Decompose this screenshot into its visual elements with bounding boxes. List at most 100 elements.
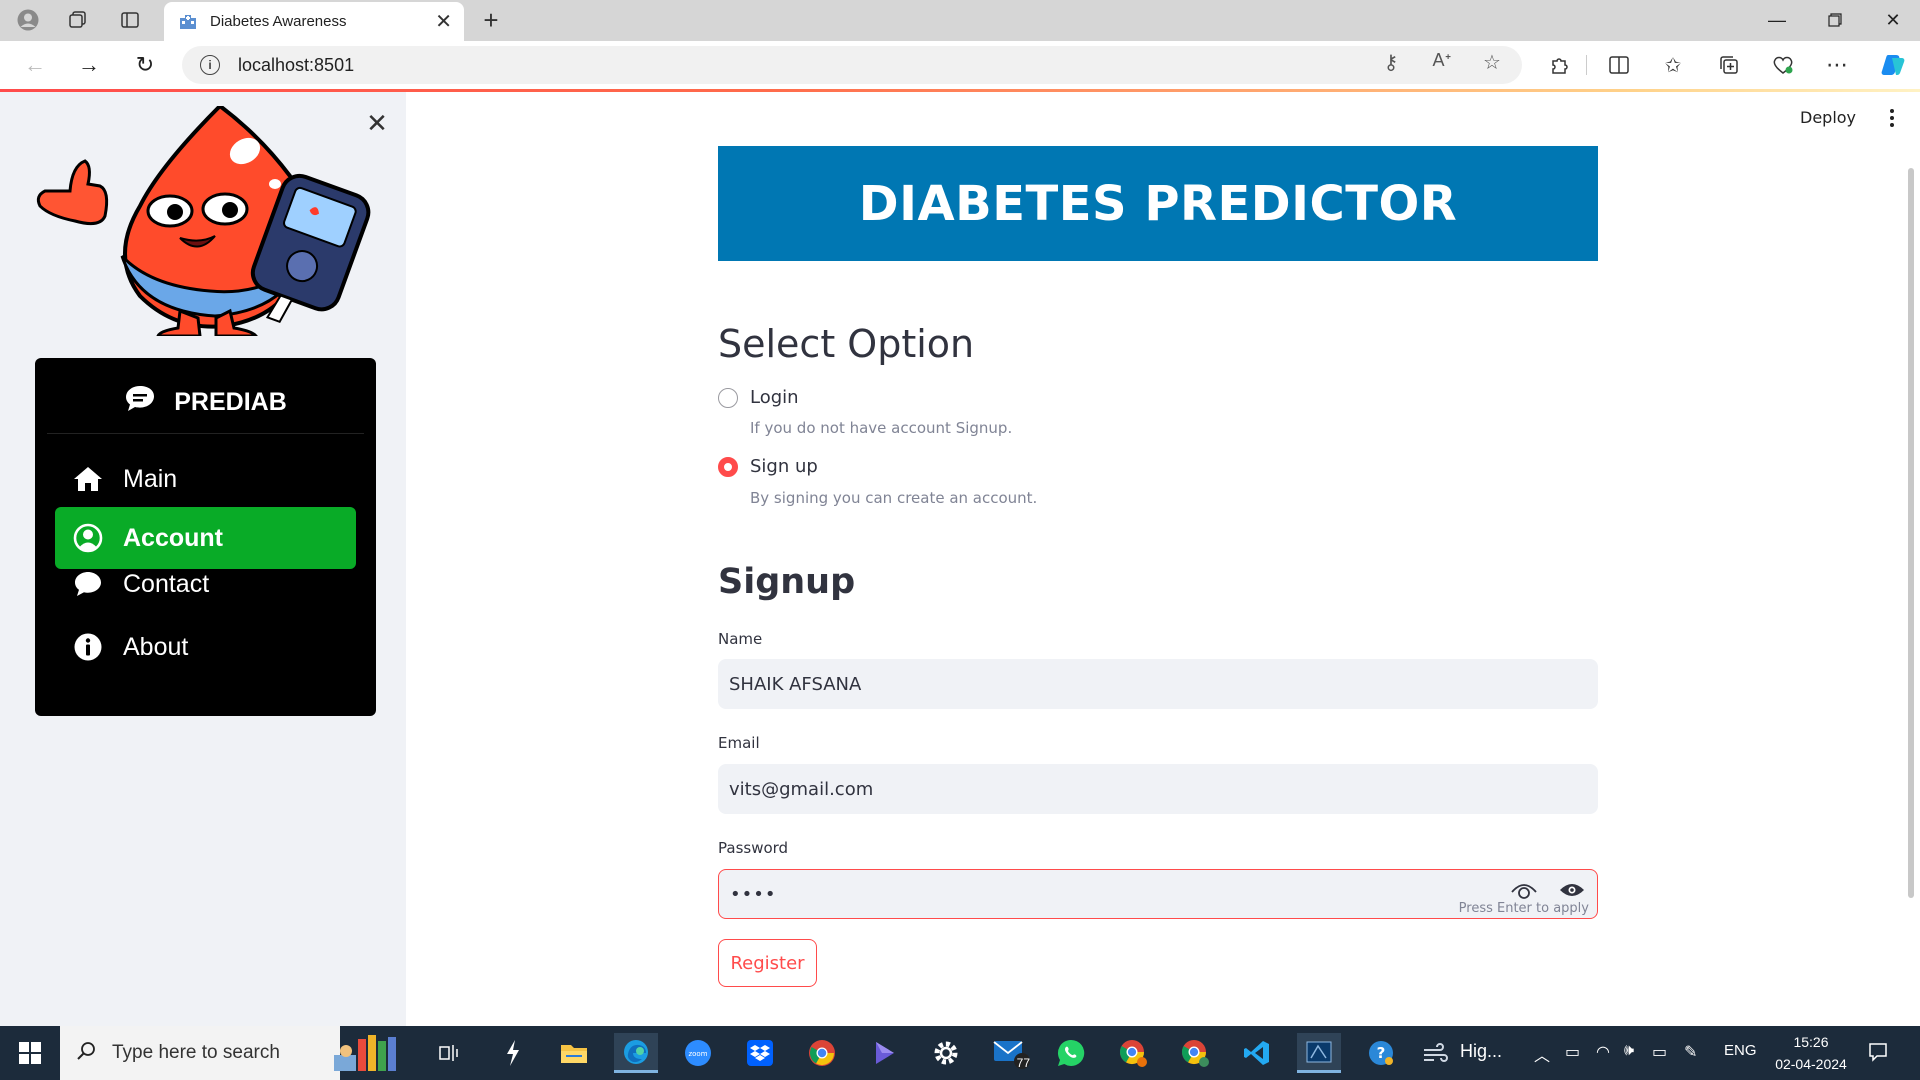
radio-label: Login [750,387,799,408]
password-value: •••• [730,883,777,905]
svg-text:?: ? [1377,1044,1386,1062]
password-field[interactable]: •••• Press Enter to apply [718,869,1598,919]
language-indicator[interactable]: ENG [1724,1042,1757,1059]
mail-badge: 77 [1016,1056,1030,1070]
person-circle-icon [73,523,103,553]
vscode-icon[interactable] [1235,1033,1279,1073]
site-info-icon[interactable]: i [200,55,220,75]
scrollbar[interactable] [1908,168,1914,898]
signup-heading: Signup [718,562,856,602]
app-lightning-icon[interactable] [491,1033,535,1073]
minimize-button[interactable]: — [1748,0,1806,40]
key-icon[interactable]: ⚷ [1377,50,1405,75]
restore-button[interactable] [1806,0,1864,40]
radio-label: Sign up [750,456,818,477]
browser-essentials-icon[interactable] [1766,49,1800,81]
chrome-icon[interactable] [800,1033,844,1073]
sidebar: ✕ PREDIAB Main Account Contact About [0,92,406,1026]
meet-now-icon[interactable]: ▭ [1565,1042,1580,1062]
dropbox-icon[interactable] [738,1033,782,1073]
settings-gear-icon[interactable] [924,1033,968,1073]
taskbar-search-box[interactable]: Type here to search [60,1026,340,1080]
main-menu-icon[interactable] [1880,106,1904,130]
chrome-profile-2-icon[interactable] [1173,1033,1217,1073]
radio-login[interactable]: Login [718,387,799,408]
email-field[interactable]: vits@gmail.com [718,764,1598,814]
hospital-favicon-icon [178,13,198,31]
collections-icon[interactable] [1712,49,1746,81]
browser-tab-bar: Diabetes Awareness ✕ + — ✕ [0,0,1920,41]
radio-circle[interactable] [718,387,738,408]
email-label: Email [718,734,760,752]
close-tab-icon[interactable]: ✕ [435,9,452,34]
wifi-icon[interactable]: ◠ [1596,1042,1610,1062]
extensions-icon[interactable] [1542,49,1576,81]
battery-icon[interactable]: ▭ [1652,1042,1667,1062]
radio-signup[interactable]: Sign up [718,456,818,477]
task-view-icon[interactable] [428,1033,472,1073]
weather-text[interactable]: Hig... [1460,1041,1502,1062]
tab-diabetes-awareness[interactable]: Diabetes Awareness ✕ [164,2,464,41]
edge-icon[interactable] [614,1033,658,1073]
address-bar[interactable]: i localhost:8501 [182,46,1522,84]
copilot-icon[interactable] [1876,49,1910,81]
password-label: Password [718,839,789,857]
select-option-heading: Select Option [718,322,975,366]
chat-icon [73,569,103,599]
refresh-icon[interactable]: ↻ [128,49,162,81]
workspaces-icon[interactable] [62,5,94,35]
favorites-icon[interactable]: ✩ [1656,49,1690,81]
help-icon[interactable]: ? [1359,1033,1403,1073]
sidebar-item-label: Account [123,523,223,552]
split-screen-icon[interactable] [1602,49,1636,81]
sidebar-item-label: Contact [123,569,210,598]
favorite-star-icon[interactable]: ☆ [1478,50,1506,75]
windows-taskbar: Type here to search zoom 77 ? Hig... ︿ ▭… [0,1026,1920,1080]
new-tab-button[interactable]: + [476,5,506,35]
pen-icon[interactable]: ✎ [1684,1042,1697,1062]
name-label: Name [718,630,763,648]
books-widget-icon[interactable] [325,1033,420,1073]
whatsapp-icon[interactable] [1049,1033,1093,1073]
chrome-profile-icon[interactable] [1111,1033,1155,1073]
read-aloud-icon[interactable]: Aᐩ [1428,50,1456,71]
sql-developer-icon[interactable] [1297,1033,1341,1073]
name-field[interactable]: SHAIK AFSANA [718,659,1598,709]
sidebar-item-about[interactable]: About [55,616,356,678]
press-enter-hint: Press Enter to apply [1458,901,1589,916]
back-icon[interactable]: ← [18,49,52,81]
tab-title: Diabetes Awareness [210,13,347,30]
menu-divider [47,433,364,434]
toolbar-divider [1586,55,1587,75]
search-placeholder: Type here to search [112,1042,280,1063]
video-editor-icon[interactable] [862,1033,906,1073]
clock-time: 15:26 [1793,1034,1829,1050]
clock-date: 02-04-2024 [1775,1056,1847,1072]
radio-help-text: If you do not have account Signup. [750,419,1013,437]
chevron-up-icon[interactable]: ︿ [1534,1042,1550,1066]
windows-start-icon[interactable] [0,1026,60,1080]
file-explorer-icon[interactable] [552,1033,596,1073]
more-options-icon[interactable]: ⋯ [1820,49,1854,81]
zoom-icon[interactable]: zoom [676,1033,720,1073]
mail-icon[interactable]: 77 [986,1033,1038,1073]
notifications-icon[interactable] [1868,1042,1888,1067]
tab-actions-icon[interactable] [114,5,146,35]
browser-toolbar: ← → ↻ i localhost:8501 ⚷ Aᐩ ☆ ✩ ⋯ [0,41,1920,89]
forward-icon[interactable]: → [72,49,106,81]
weather-wind-icon [1414,1033,1458,1073]
profile-icon[interactable] [12,5,44,35]
menu-header: PREDIAB [35,378,376,426]
clock[interactable]: 15:26 02-04-2024 [1766,1031,1856,1075]
sidebar-item-main[interactable]: Main [55,448,356,510]
info-circle-icon [73,632,103,662]
radio-circle-selected[interactable] [718,456,738,477]
register-button[interactable]: Register [718,939,817,987]
close-window-button[interactable]: ✕ [1864,0,1920,40]
volume-icon[interactable]: 🕪 [1624,1042,1634,1060]
sidebar-item-label: Main [123,464,178,493]
main-content: Deploy DIABETES PREDICTOR Select Option … [406,92,1920,1026]
sidebar-item-contact[interactable]: Contact [55,553,356,615]
svg-text:zoom: zoom [688,1050,707,1058]
deploy-button[interactable]: Deploy [1800,108,1856,127]
